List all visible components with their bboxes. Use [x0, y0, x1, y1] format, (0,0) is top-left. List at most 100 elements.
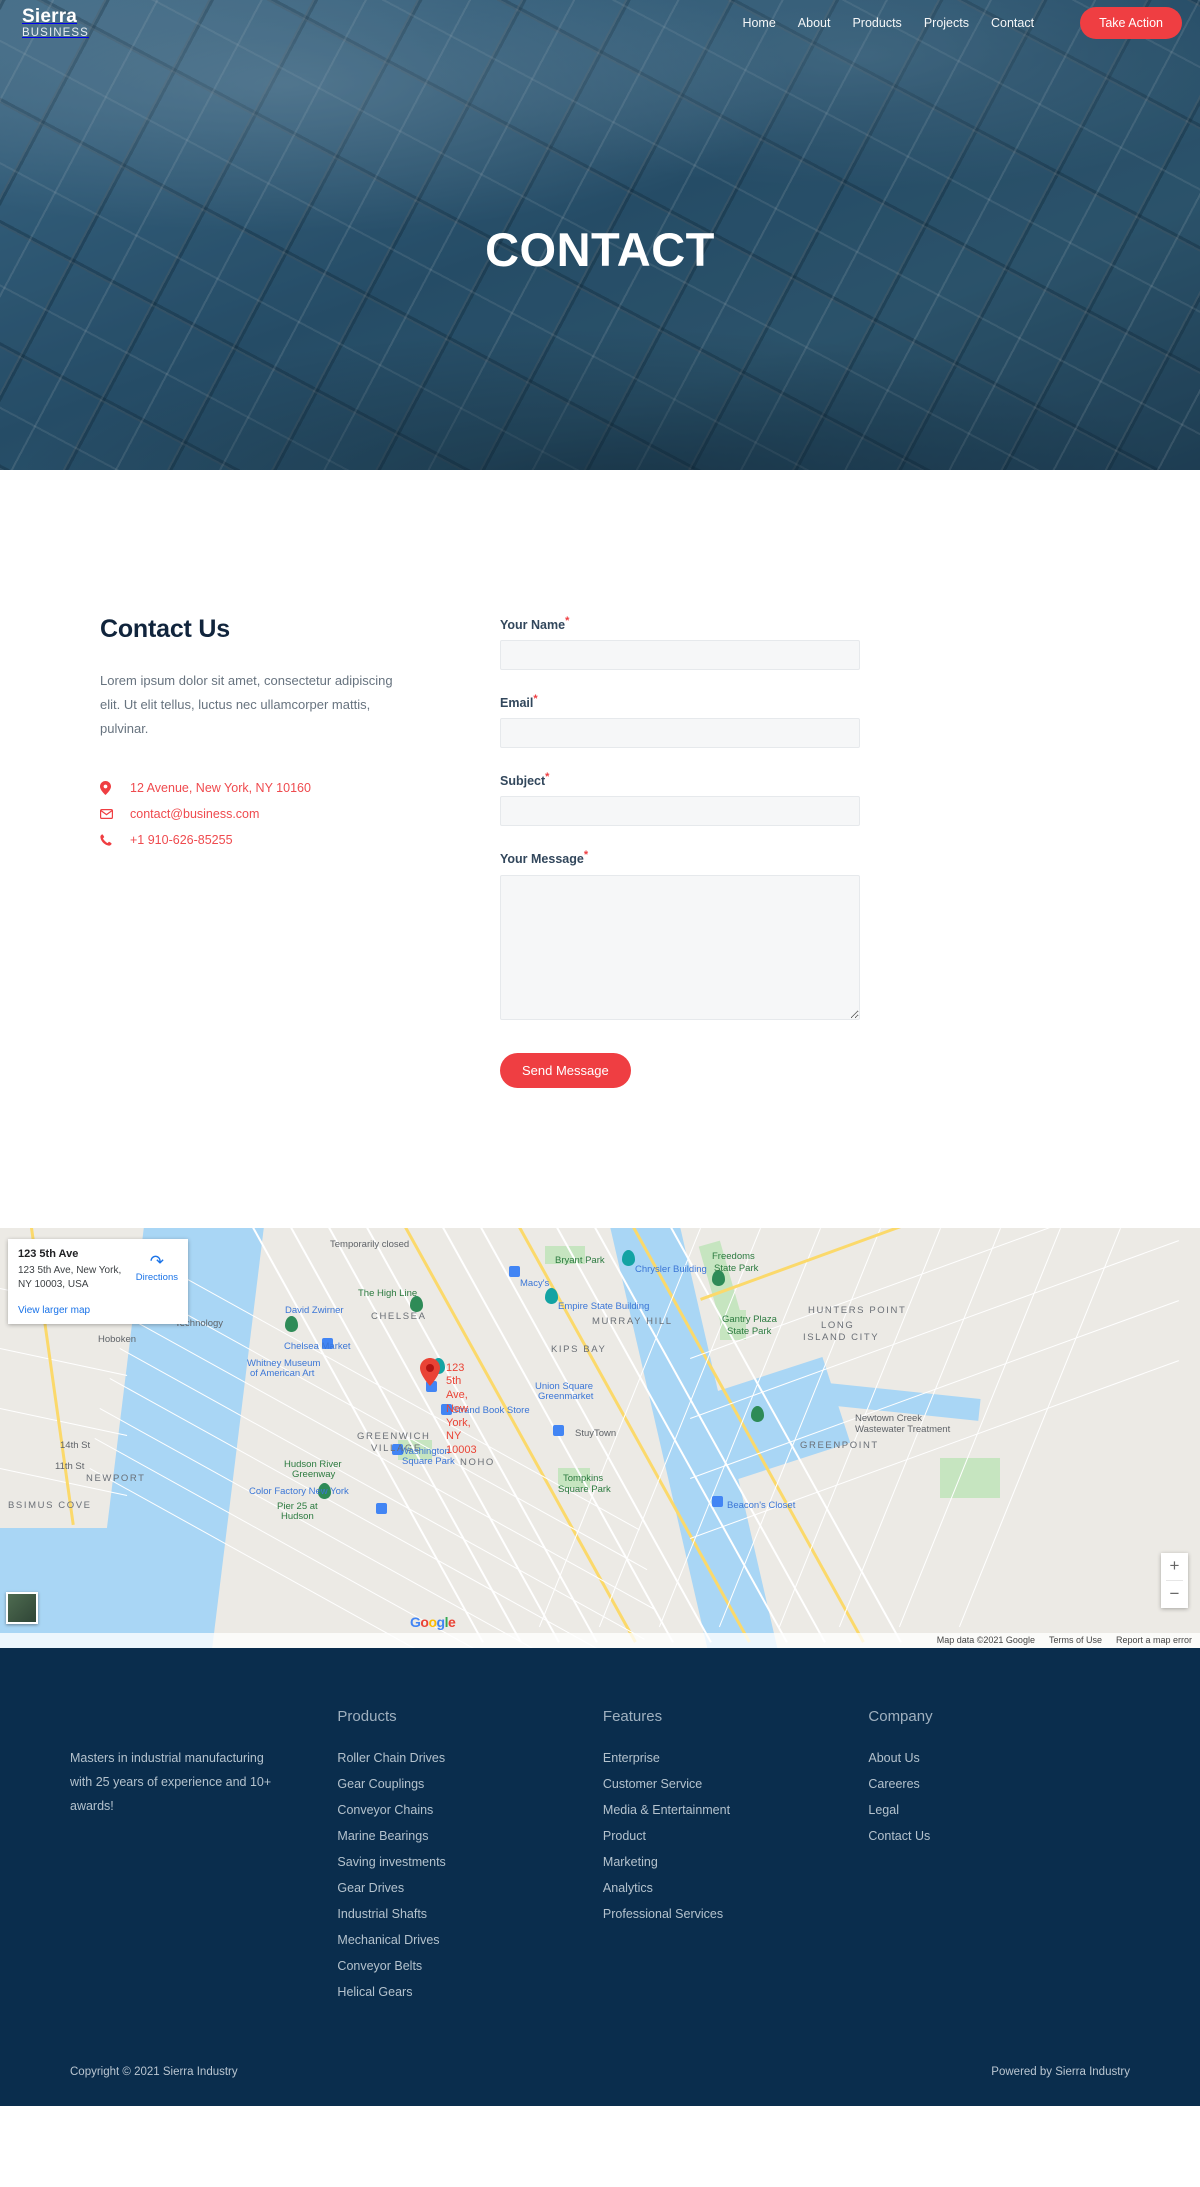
map-poi-marker[interactable] — [392, 1443, 403, 1455]
contact-email-row: contact@business.com — [100, 807, 500, 821]
footer-link[interactable]: Helical Gears — [337, 1985, 602, 1999]
subject-label-text: Subject — [500, 774, 546, 789]
google-logo: Google — [410, 1613, 456, 1630]
footer-column-title: Products — [337, 1707, 397, 1725]
main-navigation: Sierra BUSINESS Home About Products Proj… — [0, 0, 1200, 46]
map-poi-marker[interactable] — [545, 1287, 558, 1304]
contact-section: Contact Us Lorem ipsum dolor sit amet, c… — [0, 470, 1200, 1228]
your-name-label-text: Your Name — [500, 618, 566, 633]
map-water-bottom — [0, 1527, 120, 1648]
footer-column-company: Company About Us Careeres Legal Contact … — [868, 1708, 1130, 2011]
phone-icon — [100, 834, 120, 846]
footer-link[interactable]: Gear Couplings — [337, 1777, 602, 1791]
footer-column-title: Features — [602, 1707, 663, 1725]
map-poi-marker[interactable] — [553, 1424, 564, 1436]
contact-address-row: 12 Avenue, New York, NY 10160 — [100, 781, 500, 796]
required-marker: * — [533, 693, 538, 706]
brand-subtitle: BUSINESS — [22, 26, 89, 39]
contact-form-panel: Your Name* Email* Subject* Your Message* — [500, 615, 1200, 1088]
your-message-label-text: Your Message — [500, 852, 584, 867]
footer-link[interactable]: Media & Entertainment — [603, 1803, 868, 1817]
contact-phone-row: +1 910-626-85255 — [100, 833, 500, 847]
directions-arrow-icon: ↷ — [149, 1251, 164, 1271]
nav-item-about[interactable]: About — [798, 16, 831, 30]
map-poi-marker[interactable] — [622, 1249, 635, 1266]
footer-link[interactable]: Roller Chain Drives — [337, 1751, 602, 1765]
location-map[interactable]: Temporarily closed Bryant Park Chrysler Bu… — [0, 1227, 1200, 1648]
subject-input[interactable] — [500, 796, 860, 827]
map-poi-marker[interactable] — [285, 1315, 298, 1332]
field-your-message: Your Message* — [500, 849, 860, 1020]
your-message-textarea[interactable] — [500, 874, 860, 1020]
contact-info-panel: Contact Us Lorem ipsum dolor sit amet, c… — [0, 615, 500, 1088]
footer-column-products: Products Roller Chain Drives Gear Coupli… — [337, 1708, 602, 2011]
nav-item-contact[interactable]: Contact — [991, 16, 1034, 30]
map-poi-marker[interactable] — [410, 1295, 423, 1312]
footer-columns: Masters in industrial manufacturing with… — [0, 1708, 1200, 2011]
contact-email-text[interactable]: contact@business.com — [130, 807, 259, 821]
map-poi-marker[interactable] — [712, 1269, 725, 1286]
your-name-label: Your Name* — [500, 615, 860, 632]
footer-bottom-bar: Copyright © 2021 Sierra Industry Powered… — [0, 2066, 1200, 2106]
map-poi-marker[interactable] — [751, 1405, 764, 1422]
brand-name: Sierra — [22, 5, 78, 27]
terms-of-use-link[interactable]: Terms of Use — [1049, 1635, 1102, 1645]
footer-link[interactable]: About Us — [868, 1751, 1130, 1765]
map-attribution-bar: Map data ©2021 Google Terms of Use Repor… — [0, 1632, 1200, 1648]
nav-item-projects[interactable]: Projects — [924, 16, 969, 30]
footer-column-title: Company — [868, 1707, 933, 1725]
map-poi-marker[interactable] — [712, 1495, 723, 1507]
envelope-icon — [100, 809, 120, 820]
email-label: Email* — [500, 693, 860, 710]
footer-link[interactable]: Conveyor Belts — [337, 1959, 602, 1973]
footer-link[interactable]: Conveyor Chains — [337, 1803, 602, 1817]
map-pin-icon — [100, 781, 120, 796]
contact-form: Your Name* Email* Subject* Your Message* — [500, 615, 860, 1088]
map-poi-marker[interactable] — [318, 1482, 331, 1499]
footer-link[interactable]: Marine Bearings — [337, 1829, 602, 1843]
map-zoom-controls: + − — [1161, 1552, 1188, 1608]
footer-link[interactable]: Industrial Shafts — [337, 1907, 602, 1921]
nav-item-home[interactable]: Home — [742, 16, 775, 30]
field-subject: Subject* — [500, 771, 860, 827]
contact-phone-text[interactable]: +1 910-626-85255 — [130, 833, 233, 847]
footer-link[interactable]: Marketing — [603, 1855, 868, 1869]
map-poi-marker[interactable] — [376, 1502, 387, 1514]
footer-link[interactable]: Legal — [868, 1803, 1130, 1817]
directions-link[interactable]: ↷ Directions — [136, 1253, 178, 1283]
email-input[interactable] — [500, 718, 860, 749]
zoom-out-button[interactable]: − — [1161, 1580, 1188, 1608]
footer-link[interactable]: Customer Service — [603, 1777, 868, 1791]
report-map-error-link[interactable]: Report a map error — [1116, 1635, 1192, 1645]
send-message-button[interactable]: Send Message — [500, 1052, 631, 1088]
take-action-button[interactable]: Take Action — [1080, 7, 1182, 39]
nav-item-products[interactable]: Products — [852, 16, 901, 30]
required-marker: * — [545, 771, 550, 784]
contact-address-text[interactable]: 12 Avenue, New York, NY 10160 — [130, 781, 311, 795]
email-label-text: Email — [500, 696, 534, 711]
brand-logo[interactable]: Sierra BUSINESS — [22, 7, 89, 40]
map-poi-marker[interactable] — [509, 1265, 520, 1277]
footer-link[interactable]: Gear Drives — [337, 1881, 602, 1895]
map-pin-icon — [420, 1357, 440, 1386]
map-card-address: 123 5th Ave, New York, NY 10003, USA — [18, 1264, 122, 1290]
footer-link[interactable]: Professional Services — [603, 1907, 868, 1921]
field-email: Email* — [500, 693, 860, 749]
site-footer: Masters in industrial manufacturing with… — [0, 1647, 1200, 2106]
footer-link[interactable]: Product — [603, 1829, 868, 1843]
footer-link[interactable]: Enterprise — [603, 1751, 868, 1765]
zoom-in-button[interactable]: + — [1161, 1552, 1188, 1580]
footer-link[interactable]: Analytics — [603, 1881, 868, 1895]
footer-link[interactable]: Contact Us — [868, 1829, 1130, 1843]
footer-link[interactable]: Careeres — [868, 1777, 1130, 1791]
map-marker-label: 123 5th Ave, New York, NY 10003 — [446, 1361, 477, 1457]
footer-link[interactable]: Saving investments — [337, 1855, 602, 1869]
map-streetview-thumbnail[interactable] — [6, 1591, 38, 1624]
map-data-attribution: Map data ©2021 Google — [936, 1635, 1035, 1646]
view-larger-map-link[interactable]: View larger map — [18, 1305, 178, 1316]
subject-label: Subject* — [500, 771, 860, 788]
footer-link[interactable]: Mechanical Drives — [337, 1933, 602, 1947]
map-poi-marker[interactable] — [322, 1337, 333, 1349]
your-name-input[interactable] — [500, 640, 860, 671]
powered-by-text: Powered by Sierra Industry — [991, 2065, 1130, 2078]
